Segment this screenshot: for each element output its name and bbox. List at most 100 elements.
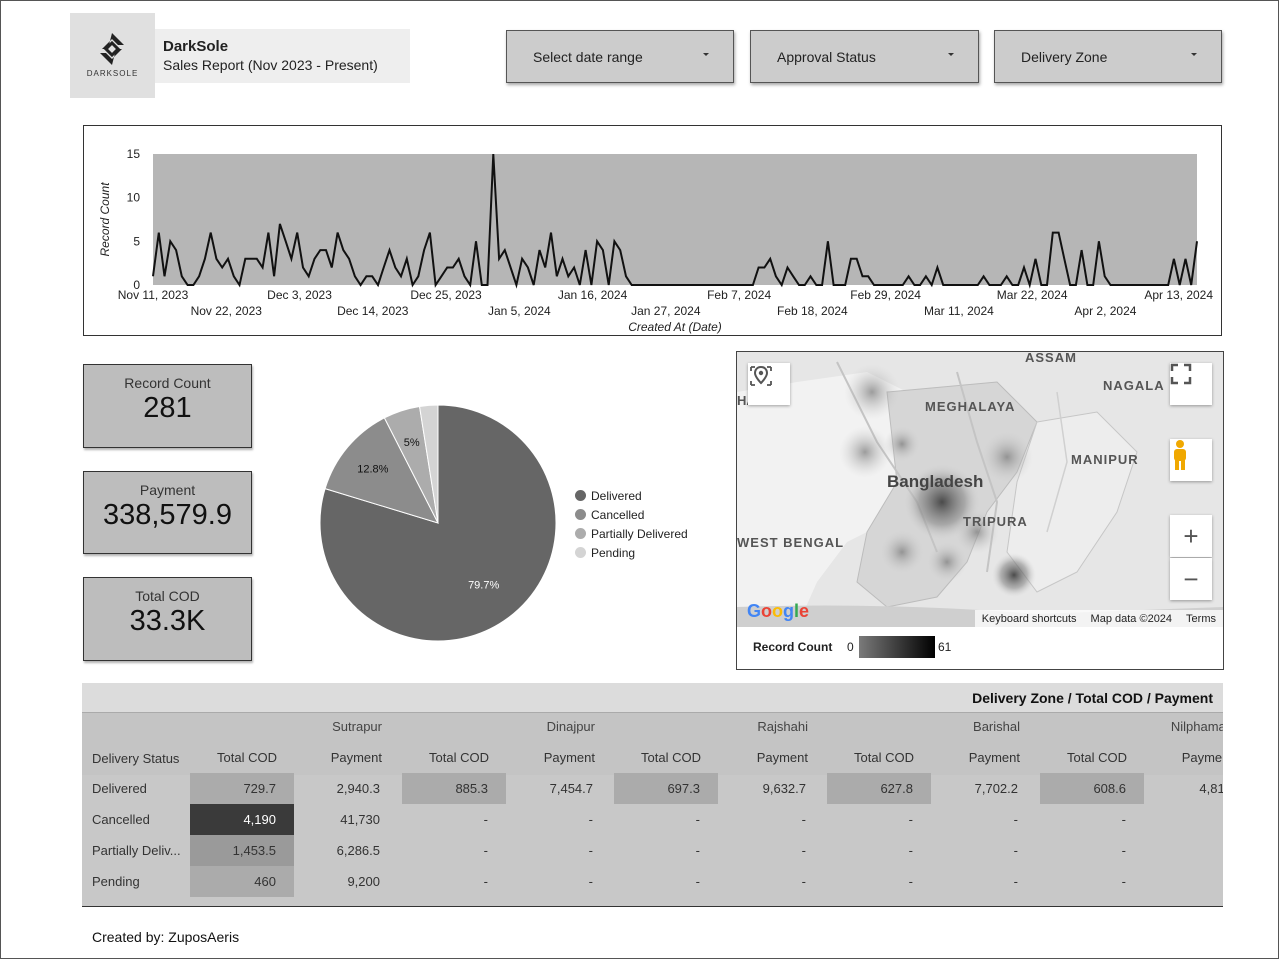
cell-total-cod: - — [483, 812, 488, 827]
map-label-bangladesh: Bangladesh — [887, 472, 984, 491]
map-canvas[interactable]: ASSAM NAGALA MEGHALAYA MANIPUR Banglades… — [737, 352, 1223, 627]
brand-name: DarkSole — [163, 38, 229, 55]
map-label-west-bengal: WEST BENGAL — [737, 535, 845, 550]
plot-area — [153, 154, 1197, 285]
fullscreen-button[interactable] — [1170, 363, 1212, 405]
scorecard-total-cod[interactable]: Total COD 33.3K — [83, 577, 252, 661]
approval-status-filter-label: Approval Status — [777, 49, 876, 65]
x-tick-label: Apr 2, 2024 — [1074, 304, 1136, 318]
cell-total-cod: 460 — [190, 866, 294, 897]
legend-swatch — [575, 490, 586, 501]
cell-total-cod: - — [483, 843, 488, 858]
y-tick-label: 5 — [133, 234, 140, 248]
x-tick-label: Mar 22, 2024 — [997, 288, 1068, 302]
delivery-zone-filter[interactable]: Delivery Zone — [994, 30, 1222, 83]
zone-header: Rajshahi — [757, 719, 808, 734]
pivot-table[interactable]: Delivery Zone / Total COD / Payment Sutr… — [82, 683, 1223, 907]
zoom-out-button[interactable]: − — [1170, 558, 1212, 600]
cell-payment: 2,940.3 — [336, 781, 380, 796]
legend-swatch — [575, 547, 586, 558]
x-axis-title: Created At (Date) — [628, 320, 722, 334]
cell-total-cod: 729.7 — [190, 773, 294, 804]
created-by-credit: Created by: ZuposAeris — [92, 929, 240, 945]
legend-item[interactable]: Delivered — [575, 486, 688, 505]
pie-legend: Delivered Cancelled Partially Delivered Pen… — [575, 486, 688, 562]
map-color-scale: Record Count 0 61 — [737, 627, 1223, 669]
map-label-tripura: TRIPURA — [963, 514, 1028, 529]
x-tick-label: Mar 11, 2024 — [924, 304, 994, 318]
scale-max: 61 — [938, 640, 952, 654]
zone-header: Sutrapur — [332, 719, 382, 734]
cell-payment: - — [1013, 843, 1018, 858]
row-header-label: Delivery Status — [92, 751, 180, 766]
map-attribution: Keyboard shortcuts Map data ©2024 Terms — [974, 610, 1223, 627]
map-label-meghalaya: MEGHALAYA — [925, 399, 1016, 414]
x-tick-label: Jan 16, 2024 — [558, 288, 628, 302]
scorecard-label: Payment — [139, 482, 196, 498]
cell-total-cod: - — [695, 874, 700, 889]
legend-label: Delivered — [591, 488, 642, 503]
caret-down-icon — [948, 53, 954, 56]
cell-total-cod: 608.6 — [1040, 773, 1144, 804]
cell-total-cod: - — [908, 812, 913, 827]
street-view-button[interactable] — [1170, 439, 1212, 481]
delivery-heat-map[interactable]: ASSAM NAGALA MEGHALAYA MANIPUR Banglades… — [736, 351, 1224, 670]
date-range-filter[interactable]: Select date range — [506, 30, 734, 83]
x-tick-label: Nov 22, 2023 — [191, 304, 263, 318]
cell-payment: - — [801, 874, 806, 889]
scorecard-value: 338,579.9 — [102, 499, 232, 531]
caret-down-icon — [1191, 53, 1197, 56]
cell-payment: - — [801, 843, 806, 858]
scorecard-label: Record Count — [124, 375, 211, 391]
cell-total-cod: - — [1121, 812, 1126, 827]
time-series-chart[interactable]: 0 5 10 15 Nov 11, 2023 Nov 22, 2023 Dec 3, 202… — [83, 125, 1222, 336]
pivot-table-header: Delivery Zone / Total COD / Payment — [82, 683, 1223, 713]
cell-payment: 41,730 — [340, 812, 380, 827]
legend-label: Pending — [591, 545, 636, 560]
x-tick-label: Feb 29, 2024 — [850, 288, 921, 302]
map-label-manipur: MANIPUR — [1071, 452, 1139, 467]
pie-data-label: 12.8% — [357, 463, 388, 475]
approval-status-filter[interactable]: Approval Status — [750, 30, 979, 83]
scorecard-record-count[interactable]: Record Count 281 — [83, 364, 252, 448]
metric-header: Total COD — [854, 750, 914, 765]
legend-label: Partially Delivered — [591, 526, 688, 541]
locate-button[interactable] — [748, 363, 790, 405]
google-logo-text: Google — [747, 601, 810, 621]
metric-header: Total COD — [217, 750, 277, 765]
metric-header: Payment — [330, 750, 382, 765]
x-tick-label: Dec 25, 2023 — [410, 288, 482, 302]
cell-payment: - — [1013, 812, 1018, 827]
x-tick-label: Jan 5, 2024 — [488, 304, 551, 318]
zoom-in-button[interactable]: + — [1170, 515, 1212, 557]
scorecard-value: 33.3K — [129, 605, 206, 637]
date-range-filter-label: Select date range — [533, 49, 643, 65]
scorecard-payment[interactable]: Payment 338,579.9 — [83, 471, 252, 554]
legend-swatch — [575, 509, 586, 520]
cell-total-cod: - — [695, 843, 700, 858]
pegman-icon — [1174, 440, 1186, 470]
legend-item[interactable]: Pending — [575, 543, 688, 562]
status-pie-chart[interactable]: 79.7% 12.8% 5% — [300, 385, 580, 665]
cell-payment: - — [588, 843, 593, 858]
terms-link[interactable]: Terms — [1179, 613, 1223, 625]
cell-payment: 7,454.7 — [549, 781, 593, 796]
cell-payment: - — [588, 874, 593, 889]
map-data-credit: Map data ©2024 — [1090, 612, 1173, 625]
legend-item[interactable]: Cancelled — [575, 505, 688, 524]
cell-payment: 6,286.5 — [336, 843, 380, 858]
x-tick-label: Feb 7, 2024 — [707, 288, 771, 302]
cell-payment: - — [1145, 866, 1223, 897]
legend-item[interactable]: Partially Delivered — [575, 524, 688, 543]
cell-total-cod: 1,453.5 — [190, 835, 294, 866]
x-tick-label: Feb 18, 2024 — [777, 304, 848, 318]
pie-data-label: 5% — [404, 437, 420, 449]
scale-label: Record Count — [753, 640, 833, 654]
brand-logo: DARKSOLE — [70, 13, 155, 98]
cell-payment: 9,200 — [347, 874, 380, 889]
metric-header: Total COD — [1067, 750, 1127, 765]
scale-min: 0 — [847, 640, 854, 654]
google-logo: Google — [747, 601, 809, 622]
metric-header: Payment — [756, 750, 808, 765]
keyboard-shortcuts-link[interactable]: Keyboard shortcuts — [975, 613, 1084, 625]
